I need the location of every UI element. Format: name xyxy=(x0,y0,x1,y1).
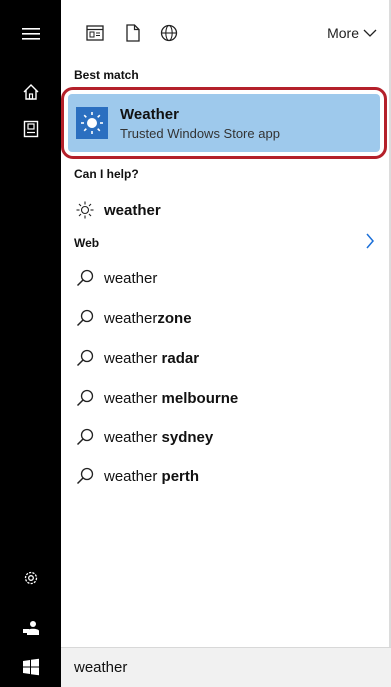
web-suggestion[interactable]: weatherzone xyxy=(61,300,387,336)
search-box xyxy=(61,647,391,687)
app-icon xyxy=(86,25,104,41)
chevron-right-icon[interactable] xyxy=(365,233,375,249)
document-icon xyxy=(126,24,140,42)
search-icon xyxy=(76,428,94,446)
web-suggestion[interactable]: weather sydney xyxy=(61,419,387,455)
search-icon xyxy=(76,467,94,485)
web-heading: Web xyxy=(74,236,100,250)
suggestion-bold: melbourne xyxy=(161,389,239,407)
apps-filter-button[interactable] xyxy=(83,22,107,44)
suggestion-bold: zone xyxy=(157,309,192,327)
app-subtitle: Trusted Windows Store app xyxy=(120,125,280,141)
gear-icon xyxy=(24,571,37,585)
search-icon xyxy=(76,309,94,327)
web-suggestion[interactable]: weather radar xyxy=(61,340,387,376)
start-button[interactable] xyxy=(0,647,61,687)
best-match-weather-app[interactable]: Weather Trusted Windows Store app xyxy=(68,94,380,152)
weather-app-tile xyxy=(76,107,108,139)
left-rail xyxy=(0,0,61,687)
chevron-down-icon xyxy=(363,29,377,37)
web-suggestion[interactable]: weather xyxy=(61,260,387,296)
sun-icon xyxy=(81,112,103,134)
cortana-weather-label: weather xyxy=(104,201,161,219)
suggestion-text: weather xyxy=(104,269,158,287)
hamburger-menu-button[interactable] xyxy=(0,10,61,58)
web-suggestion[interactable]: weather melbourne xyxy=(61,380,387,416)
documents-filter-button[interactable] xyxy=(121,22,145,44)
app-name: Weather xyxy=(120,105,179,123)
hamburger-icon xyxy=(21,28,40,40)
filter-toolbar: More xyxy=(61,0,389,62)
suggestion-text: weather xyxy=(104,428,162,446)
search-icon xyxy=(76,269,94,287)
can-help-heading: Can I help? xyxy=(74,167,139,181)
best-match-highlight: Weather Trusted Windows Store app xyxy=(61,87,387,159)
best-match-heading: Best match xyxy=(74,68,139,82)
search-icon xyxy=(76,389,94,407)
feedback-button[interactable] xyxy=(0,604,61,652)
settings-button[interactable] xyxy=(0,554,61,602)
feedback-icon xyxy=(22,621,39,635)
home-icon xyxy=(23,84,38,100)
suggestion-text: weather xyxy=(104,389,162,407)
notebook-button[interactable] xyxy=(0,105,61,153)
suggestion-text: weather xyxy=(104,467,162,485)
suggestion-bold: radar xyxy=(161,349,200,367)
suggestion-text: weather xyxy=(104,349,162,367)
search-icon xyxy=(76,349,94,367)
windows-logo-icon xyxy=(22,658,39,676)
search-results-panel: More Best match Weather Trusted Windows … xyxy=(61,0,391,687)
web-suggestion[interactable]: weather perth xyxy=(61,458,387,494)
globe-icon xyxy=(160,24,178,42)
suggestion-bold: perth xyxy=(161,467,200,485)
more-label: More xyxy=(327,25,359,41)
web-filter-button[interactable] xyxy=(157,22,181,44)
more-dropdown[interactable]: More xyxy=(327,22,377,44)
suggestion-bold: sydney xyxy=(161,428,214,446)
sun-outline-icon xyxy=(76,201,94,219)
suggestion-text: weather xyxy=(104,309,158,327)
search-input[interactable] xyxy=(74,659,334,676)
cortana-weather-item[interactable]: weather xyxy=(61,192,387,228)
notebook-icon xyxy=(23,120,38,138)
